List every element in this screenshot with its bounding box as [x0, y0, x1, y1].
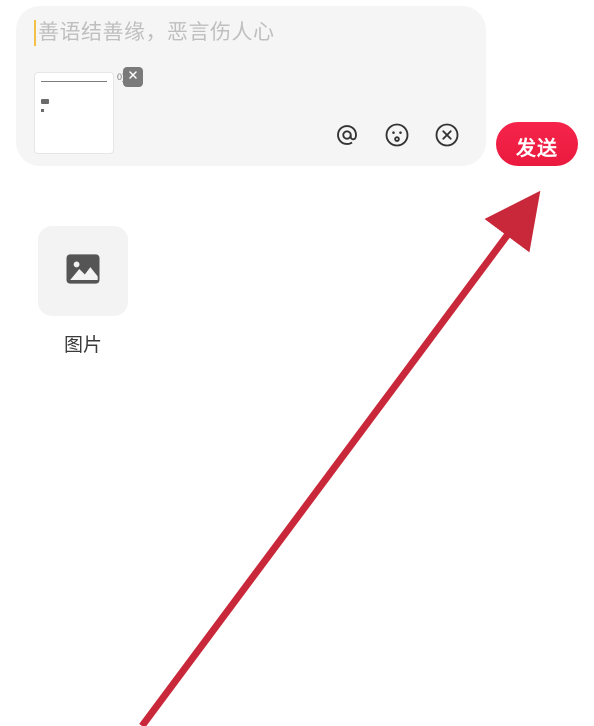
attachment-row: 0): [34, 72, 468, 154]
mention-button[interactable]: [332, 122, 362, 152]
close-circle-icon: [433, 121, 461, 154]
close-icon: [127, 68, 139, 86]
text-cursor: [34, 20, 36, 46]
compose-toolbar: [114, 122, 468, 154]
send-button[interactable]: 发送: [496, 122, 578, 166]
compose-row: 善语结善缘，恶言伤人心 0): [16, 6, 578, 166]
add-image-label: 图片: [38, 330, 128, 357]
attachment-thumbnail[interactable]: 0): [34, 72, 114, 154]
compose-placeholder: 善语结善缘，恶言伤人心: [38, 20, 275, 46]
cancel-button[interactable]: [432, 122, 462, 152]
image-icon: [61, 247, 105, 296]
attachment-options: 图片: [0, 166, 594, 357]
compose-box[interactable]: 善语结善缘，恶言伤人心 0): [16, 6, 486, 166]
emoji-button[interactable]: [382, 122, 412, 152]
at-icon: [333, 121, 361, 154]
emoji-icon: [383, 121, 411, 154]
remove-attachment-button[interactable]: [123, 67, 143, 87]
add-image-button[interactable]: [38, 226, 128, 316]
remove-attachment-wrap: 0): [117, 67, 143, 87]
input-line[interactable]: 善语结善缘，恶言伤人心: [34, 20, 468, 46]
